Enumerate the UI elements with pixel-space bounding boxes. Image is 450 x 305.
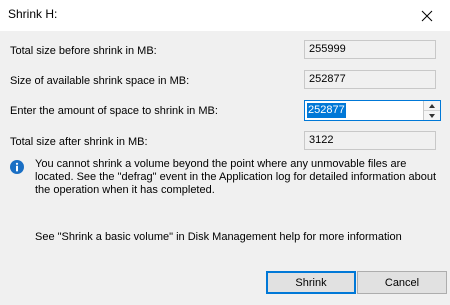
available-space-label: Size of available shrink space in MB: [10,75,190,87]
total-before-value: 255999 [304,40,436,59]
stepper-down-button[interactable] [424,111,440,120]
total-after-value: 3122 [304,131,436,150]
shrink-amount-label: Enter the amount of space to shrink in M… [10,105,218,117]
available-space-value: 252877 [304,70,436,89]
shrink-amount-stepper[interactable]: 252877 [304,100,441,121]
stepper-up-button[interactable] [424,101,440,111]
close-button[interactable] [404,0,450,31]
close-icon [421,10,433,21]
shrink-dialog: Shrink H: Total size before shrink in MB… [0,0,450,305]
window-title: Shrink H: [8,7,58,21]
shrink-amount-input[interactable]: 252877 [307,103,346,118]
help-message: See "Shrink a basic volume" in Disk Mana… [35,231,402,243]
title-bar: Shrink H: [0,0,450,31]
shrink-button[interactable]: Shrink [266,271,356,294]
chevron-up-icon [429,103,435,108]
cancel-button[interactable]: Cancel [357,271,447,294]
chevron-down-icon [429,113,435,118]
stepper-buttons [423,101,440,120]
info-message: You cannot shrink a volume beyond the po… [35,158,437,196]
total-after-label: Total size after shrink in MB: [10,136,148,148]
info-icon [10,160,24,174]
total-before-label: Total size before shrink in MB: [10,45,157,57]
